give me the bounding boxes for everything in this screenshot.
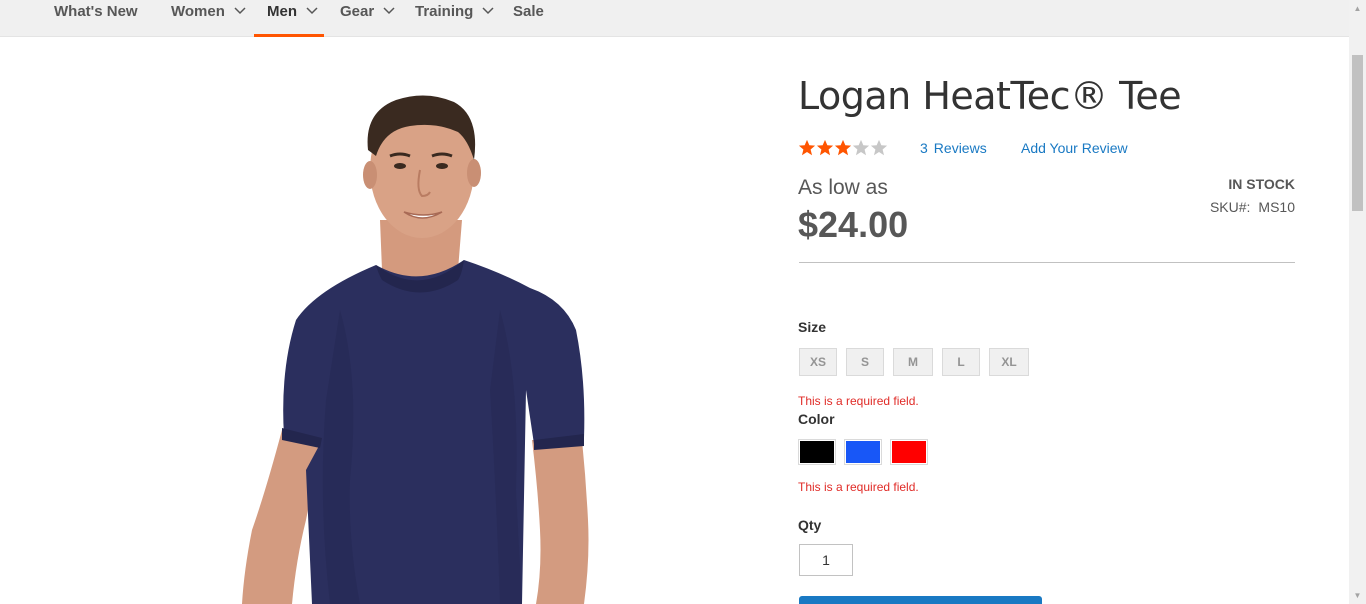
chevron-down-icon [383, 7, 395, 15]
product-sku: SKU#: MS10 [1210, 199, 1295, 215]
sku-value: MS10 [1258, 199, 1295, 215]
nav-item-whats-new[interactable]: What's New [54, 0, 138, 37]
rating-stars [798, 139, 888, 157]
stock-status: IN STOCK [1228, 176, 1295, 192]
nav-item-label: What's New [54, 3, 138, 20]
sku-label: SKU#: [1209, 199, 1251, 215]
nav-item-label: Gear [340, 3, 375, 20]
chevron-down-icon [306, 7, 318, 15]
color-option-blue[interactable] [844, 439, 882, 465]
scrollbar[interactable]: ▲ ▼ [1349, 0, 1366, 604]
chevron-down-icon [482, 7, 494, 15]
star-filled-icon [798, 139, 816, 156]
nav-item-women[interactable]: Women [171, 0, 246, 37]
nav-item-label: Training [415, 3, 474, 20]
add-to-cart-button[interactable] [799, 596, 1042, 604]
size-error-message: This is a required field. [798, 394, 919, 408]
product-title: Logan HeatTec® Tee [798, 74, 1182, 118]
color-option-black[interactable] [798, 439, 836, 465]
size-option-xl[interactable]: XL [989, 348, 1029, 376]
size-swatches: XS S M L XL [799, 348, 1038, 376]
scroll-down-arrow-icon[interactable]: ▼ [1349, 587, 1366, 604]
man-in-navy-tshirt-image [242, 95, 589, 604]
star-filled-icon [816, 139, 834, 156]
divider [799, 262, 1295, 263]
star-empty-icon [870, 139, 888, 156]
color-label: Color [798, 411, 835, 427]
reviews-label: Reviews [933, 140, 987, 156]
color-swatches [798, 439, 937, 465]
nav-item-label: Women [171, 3, 225, 20]
scrollbar-thumb[interactable] [1352, 55, 1363, 211]
size-option-l[interactable]: L [942, 348, 980, 376]
product-image[interactable] [200, 60, 640, 604]
size-label: Size [798, 319, 827, 335]
product-page: What's New Women Men Gear Training Sale [0, 0, 1366, 604]
color-error-message: This is a required field. [798, 480, 919, 494]
nav-item-gear[interactable]: Gear [340, 0, 395, 37]
reviews-count: 3 [920, 140, 928, 156]
nav-item-men[interactable]: Men [254, 0, 324, 37]
qty-input[interactable] [799, 544, 853, 576]
scroll-up-arrow-icon[interactable]: ▲ [1349, 0, 1366, 17]
top-navigation: What's New Women Men Gear Training Sale [0, 0, 1349, 37]
chevron-down-icon [234, 7, 246, 15]
star-empty-icon [852, 139, 870, 156]
price-prefix: As low as [798, 176, 888, 199]
nav-item-label: Sale [513, 3, 544, 20]
size-option-m[interactable]: M [893, 348, 933, 376]
nav-item-label: Men [267, 3, 297, 20]
reviews-link[interactable]: 3 Reviews [920, 140, 987, 156]
product-price: $24.00 [798, 204, 909, 245]
size-option-s[interactable]: S [846, 348, 884, 376]
color-option-red[interactable] [890, 439, 928, 465]
star-filled-icon [834, 139, 852, 156]
qty-label: Qty [798, 517, 822, 533]
nav-item-training[interactable]: Training [415, 0, 494, 37]
nav-item-sale[interactable]: Sale [513, 0, 544, 37]
add-review-link[interactable]: Add Your Review [1021, 140, 1128, 156]
size-option-xs[interactable]: XS [799, 348, 837, 376]
